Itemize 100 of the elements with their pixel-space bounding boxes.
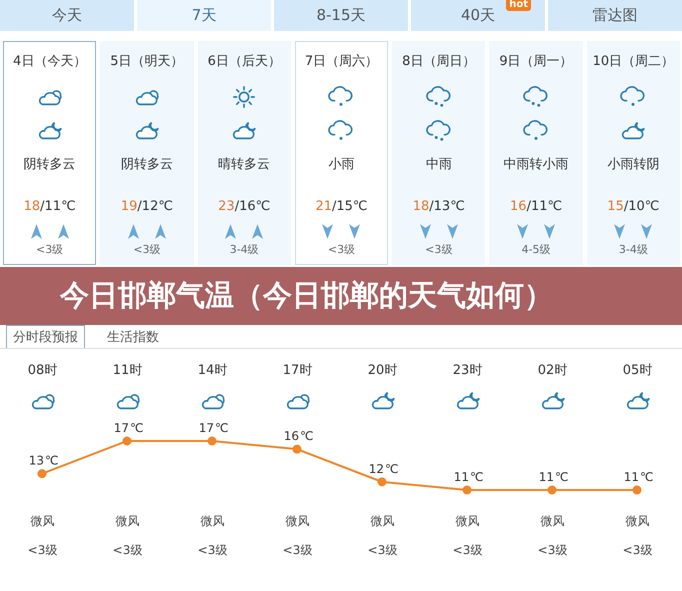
temperature-label: 17 — [198, 421, 214, 435]
temperature-label: 11 — [454, 470, 469, 484]
rain-cloud-icon — [522, 119, 550, 143]
hour-label: 11时 — [112, 362, 142, 379]
temperature-label: 16 — [284, 429, 299, 444]
weather-description: 小雨转阴 — [607, 156, 660, 173]
wind-level: <3级 — [133, 242, 161, 257]
day-date: 6日（后天） — [208, 53, 281, 70]
wind-description: 微风 — [30, 513, 54, 530]
rain-cloud-icon — [424, 119, 453, 143]
subtab[interactable]: 生活指数 — [101, 325, 165, 348]
hour-label: 17时 — [282, 362, 312, 379]
day-date: 10日（周二） — [592, 53, 674, 70]
down-arrow-icon — [349, 224, 360, 239]
rain-cloud-icon — [327, 85, 356, 109]
unit-label: ℃ — [215, 421, 228, 435]
hour-label: 08时 — [28, 362, 58, 379]
subtab[interactable]: 分时段预报 — [6, 325, 85, 348]
hour-label: 02时 — [538, 362, 568, 379]
wind-level: <3级 — [198, 542, 228, 559]
high-temperature: 21 — [315, 199, 332, 214]
tab[interactable]: 今天 — [0, 0, 134, 31]
weather-description: 中雨转小雨 — [504, 156, 569, 173]
low-temperature: /15℃ — [332, 199, 368, 214]
day-date: 7日（周六） — [304, 53, 378, 70]
high-temperature: 23 — [218, 199, 235, 214]
high-temperature: 19 — [120, 199, 138, 214]
down-arrow-icon — [446, 224, 458, 239]
tab[interactable]: 8-15天 — [274, 0, 408, 31]
low-temperature: /16℃ — [234, 199, 270, 214]
day-card[interactable]: 8日（周日） 中雨 18/13℃ <3级 — [392, 41, 486, 265]
low-temperature: /13℃ — [429, 199, 465, 214]
day-date: 4日（今天） — [13, 53, 86, 70]
unit-label: ℃ — [45, 454, 58, 468]
up-arrow-icon — [252, 224, 264, 239]
temperature-label: 13 — [28, 454, 44, 468]
temperature-label: 11 — [538, 470, 554, 484]
day-card[interactable]: 6日（后天） 晴转多云 23/16℃ 3-4级 — [198, 41, 291, 265]
temperature-label: 11 — [624, 470, 639, 484]
wind-level: <3级 — [368, 542, 398, 559]
wind-level: <3级 — [282, 542, 312, 559]
day-card[interactable]: 7日（周六） 小雨 21/15℃ <3级 — [294, 41, 388, 265]
tab[interactable]: 7天 — [137, 0, 271, 31]
rain-cloud-icon — [522, 85, 550, 109]
high-temperature: 15 — [607, 199, 624, 214]
unit-label: ℃ — [640, 470, 654, 484]
temperature-point — [38, 469, 46, 478]
up-arrow-icon — [30, 224, 42, 239]
down-arrow-icon — [614, 224, 626, 239]
wind-description: 微风 — [116, 513, 140, 530]
temperature-point — [548, 486, 556, 494]
weather-description: 晴转多云 — [218, 156, 270, 173]
temperature-label: 12 — [368, 462, 384, 476]
low-temperature: /12℃ — [137, 199, 173, 214]
weather-description: 中雨 — [426, 156, 452, 173]
weather-description: 小雨 — [328, 156, 354, 173]
wind-level: <3级 — [452, 542, 482, 559]
day-card[interactable]: 4日（今天） 阴转多云 18/11℃ <3级 — [3, 41, 96, 265]
wind-level: 4-5级 — [522, 242, 551, 257]
hour-label: 20时 — [368, 362, 398, 379]
down-arrow-icon — [517, 224, 528, 239]
wind-level: <3级 — [425, 242, 452, 257]
up-arrow-icon — [225, 224, 236, 239]
down-arrow-icon — [544, 224, 556, 239]
hour-label: 14时 — [198, 362, 228, 379]
wind-description: 微风 — [456, 513, 480, 530]
temperature-label: 17 — [114, 421, 129, 435]
wind-level: <3级 — [538, 542, 568, 559]
wind-description: 微风 — [200, 513, 224, 530]
high-temperature: 18 — [412, 199, 430, 214]
high-temperature: 18 — [24, 199, 40, 214]
temperature-point — [632, 486, 642, 494]
tab[interactable]: 雷达图 — [548, 0, 682, 31]
low-temperature: /11℃ — [40, 199, 76, 214]
day-date: 5日（明天） — [110, 53, 184, 70]
wind-level: <3级 — [622, 542, 652, 559]
hour-label: 23时 — [452, 362, 482, 379]
down-arrow-icon — [420, 224, 431, 239]
temperature-point — [378, 477, 386, 486]
rain-cloud-icon — [327, 119, 356, 143]
up-arrow-icon — [128, 224, 139, 239]
wind-level: <3级 — [112, 542, 142, 559]
day-date: 9日（周一） — [499, 53, 573, 70]
banner-title: 今日邯郸气温（今日邯郸的天气如何） — [60, 277, 553, 314]
up-arrow-icon — [58, 224, 69, 239]
unit-label: ℃ — [555, 470, 568, 484]
temperature-point — [208, 436, 216, 446]
wind-level: <3级 — [328, 242, 356, 257]
low-temperature: /11℃ — [526, 199, 562, 214]
unit-label: ℃ — [385, 462, 398, 476]
day-card[interactable]: 10日（周二） 小雨转阴 15/10℃ 3-4级 — [586, 41, 680, 265]
day-card[interactable]: 9日（周一） 中雨转小雨 16/11℃ 4-5级 — [489, 41, 583, 265]
wind-description: 微风 — [540, 513, 564, 530]
high-temperature: 16 — [510, 199, 527, 214]
temperature-point — [462, 486, 472, 494]
day-card[interactable]: 5日（明天） 阴转多云 19/12℃ <3级 — [100, 41, 194, 265]
hour-label: 05时 — [622, 362, 652, 379]
unit-label: ℃ — [300, 429, 314, 444]
down-arrow-icon — [322, 224, 334, 239]
temperature-point — [292, 444, 302, 454]
